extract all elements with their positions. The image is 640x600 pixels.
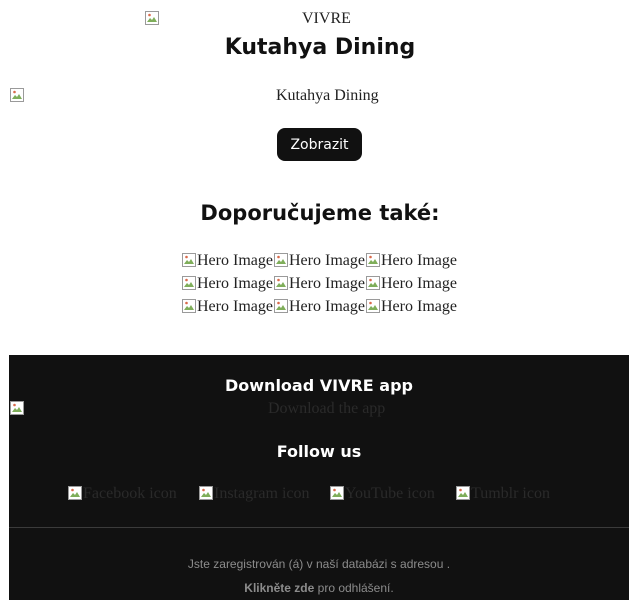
tile-alt-text: Hero Image	[197, 252, 273, 269]
hero-image-tile[interactable]: Hero Image	[365, 252, 457, 270]
broken-image-icon	[67, 485, 83, 501]
hero-image-tile[interactable]: Hero Image	[181, 298, 273, 316]
vivre-logo: VIVRE	[144, 10, 354, 28]
unsubscribe-text: pro odhlášení.	[314, 581, 394, 595]
tumblr-alt-text: Tumblr icon	[471, 485, 550, 502]
broken-image-icon	[9, 87, 25, 103]
recommendations-heading: Doporučujeme také:	[200, 201, 440, 225]
youtube-alt-text: YouTube icon	[345, 485, 435, 502]
broken-image-icon	[181, 298, 197, 314]
tumblr-icon[interactable]: Tumblr icon	[455, 485, 555, 503]
facebook-icon[interactable]: Facebook icon	[67, 485, 179, 503]
tile-alt-text: Hero Image	[381, 275, 457, 292]
hero-image-tile[interactable]: Hero Image	[273, 298, 365, 316]
broken-image-icon	[365, 298, 381, 314]
registered-notice: Jste zaregistrován (á) v naší databázi s…	[187, 557, 451, 571]
show-button[interactable]: Zobrazit	[277, 128, 362, 161]
hero-image: Kutahya Dining	[9, 87, 389, 105]
broken-image-icon	[9, 400, 25, 416]
footer-divider	[9, 527, 629, 528]
broken-image-icon	[273, 275, 289, 291]
broken-image-icon	[455, 485, 471, 501]
broken-image-icon	[365, 252, 381, 268]
instagram-alt-text: Instagram icon	[214, 485, 310, 502]
hero-image-tile[interactable]: Hero Image	[365, 275, 457, 293]
footer: Download VIVRE app Download the app Foll…	[9, 355, 629, 600]
unsubscribe-link[interactable]: Klikněte zde	[244, 581, 314, 595]
tile-alt-text: Hero Image	[289, 252, 365, 269]
hero-alt-text: Kutahya Dining	[276, 87, 379, 104]
logo-alt-text: VIVRE	[302, 10, 351, 27]
youtube-icon[interactable]: YouTube icon	[329, 485, 441, 503]
tile-alt-text: Hero Image	[197, 298, 273, 315]
hero-image-tile[interactable]: Hero Image	[273, 275, 365, 293]
hero-image-tile[interactable]: Hero Image	[365, 298, 457, 316]
tile-alt-text: Hero Image	[381, 298, 457, 315]
broken-image-icon	[181, 252, 197, 268]
instagram-icon[interactable]: Instagram icon	[198, 485, 313, 503]
unsubscribe-line: Klikněte zde pro odhlášení.	[9, 581, 629, 595]
tile-alt-text: Hero Image	[289, 298, 365, 315]
email-page: VIVRE Kutahya Dining Kutahya Dining Zobr…	[0, 0, 640, 600]
hero-image-tile[interactable]: Hero Image	[181, 275, 273, 293]
download-alt-text: Download the app	[268, 400, 386, 417]
broken-image-icon	[273, 298, 289, 314]
tile-alt-text: Hero Image	[381, 252, 457, 269]
restaurant-title: Kutahya Dining	[224, 35, 416, 60]
download-app-title: Download VIVRE app	[225, 376, 413, 395]
facebook-alt-text: Facebook icon	[83, 485, 177, 502]
broken-image-icon	[273, 252, 289, 268]
download-app-image[interactable]: Download the app	[9, 400, 389, 418]
tile-alt-text: Hero Image	[289, 275, 365, 292]
broken-image-icon	[329, 485, 345, 501]
follow-us-title: Follow us	[276, 442, 362, 461]
hero-image-tile[interactable]: Hero Image	[181, 252, 273, 270]
broken-image-icon	[198, 485, 214, 501]
broken-image-icon	[365, 275, 381, 291]
tile-alt-text: Hero Image	[197, 275, 273, 292]
broken-image-icon	[181, 275, 197, 291]
broken-image-icon	[144, 10, 160, 26]
hero-image-tile[interactable]: Hero Image	[273, 252, 365, 270]
